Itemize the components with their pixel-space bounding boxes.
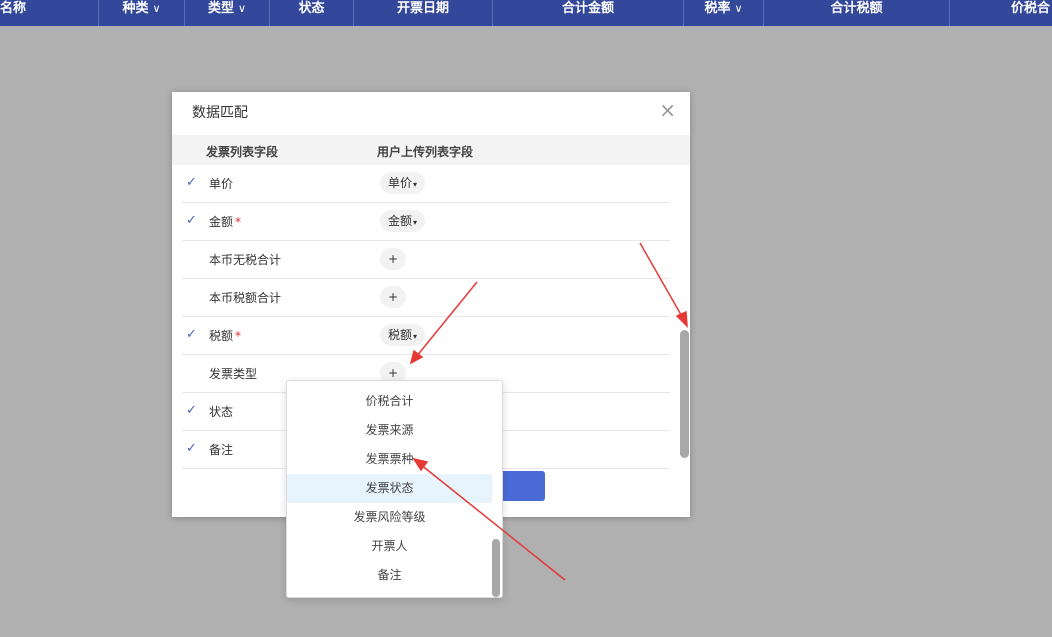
dropdown-scrollbar[interactable] <box>492 539 500 597</box>
field-label: 本币无税合计 <box>209 253 282 267</box>
dropdown-option[interactable]: 发票票种 <box>287 445 492 474</box>
table-row: 本币税额合计 + <box>182 279 670 317</box>
table-row: ✓ 税额 * 税额▾ <box>182 317 670 355</box>
mapping-table-header: 发票列表字段 用户上传列表字段 <box>172 135 690 165</box>
header-col-kind[interactable]: 种类 ∨ <box>99 0 185 26</box>
caret-down-icon: ▾ <box>413 180 418 189</box>
header-col-name[interactable]: 名称 <box>0 0 99 26</box>
table-row: 本币无税合计 + <box>182 241 670 279</box>
mapped-field-select[interactable]: 税额▾ <box>380 324 426 346</box>
header-col-type[interactable]: 类型 ∨ <box>185 0 270 26</box>
dialog-scrollbar[interactable] <box>680 330 689 458</box>
table-row: ✓ 金额 * 金额▾ <box>182 203 670 241</box>
col-invoice-fields: 发票列表字段 <box>206 145 279 159</box>
required-marker: * <box>235 215 242 229</box>
table-row: ✓ 单价 单价▾ <box>182 165 670 203</box>
add-mapping-button[interactable]: + <box>380 248 407 270</box>
header-col-invoice-date[interactable]: 开票日期 <box>354 0 493 26</box>
header-col-status[interactable]: 状态 <box>270 0 354 26</box>
check-icon[interactable]: ✓ <box>186 403 197 418</box>
check-icon[interactable]: ✓ <box>186 441 197 456</box>
check-icon[interactable]: ✓ <box>186 327 197 342</box>
table-header: 名称 种类 ∨ 类型 ∨ 状态 开票日期 合计金额 税率 ∨ 合计税额 价税合 <box>0 0 1052 26</box>
dropdown-option[interactable]: 发票来源 <box>287 416 492 445</box>
dropdown-option[interactable]: 开票人 <box>287 532 492 561</box>
chevron-down-icon[interactable]: ∨ <box>238 2 246 15</box>
field-label: 税额 * <box>209 329 242 343</box>
add-mapping-button[interactable]: + <box>380 286 407 308</box>
chevron-down-icon[interactable]: ∨ <box>734 2 742 15</box>
field-options-dropdown: 价税合计 发票来源 发票票种 发票状态 发票风险等级 开票人 备注 <box>286 380 503 598</box>
field-label: 单价 <box>209 177 234 191</box>
chevron-down-icon[interactable]: ∨ <box>152 2 160 15</box>
dialog-title: 数据匹配 <box>192 105 248 121</box>
mapped-field-select[interactable]: 金额▾ <box>380 210 426 232</box>
field-label: 状态 <box>209 405 234 419</box>
close-icon[interactable]: × <box>659 98 676 122</box>
field-label: 备注 <box>209 443 234 457</box>
dropdown-option[interactable]: 发票风险等级 <box>287 503 492 532</box>
caret-down-icon: ▾ <box>413 332 418 341</box>
dropdown-option[interactable]: 备注 <box>287 561 492 590</box>
field-label: 本币税额合计 <box>209 291 282 305</box>
header-col-tax-rate[interactable]: 税率 ∨ <box>684 0 764 26</box>
header-col-price-tax-total[interactable]: 价税合 <box>950 0 1052 26</box>
check-icon[interactable]: ✓ <box>186 175 197 190</box>
mapped-field-select[interactable]: 单价▾ <box>380 172 426 194</box>
field-label: 发票类型 <box>209 367 258 381</box>
col-upload-fields: 用户上传列表字段 <box>377 145 474 159</box>
check-icon[interactable]: ✓ <box>186 213 197 228</box>
field-label: 金额 * <box>209 215 242 229</box>
dropdown-option[interactable]: 价税合计 <box>287 387 492 416</box>
required-marker: * <box>235 329 242 343</box>
caret-down-icon: ▾ <box>413 218 418 227</box>
header-col-total-amount[interactable]: 合计金额 <box>493 0 684 26</box>
header-col-total-tax[interactable]: 合计税额 <box>764 0 950 26</box>
dropdown-option-hovered[interactable]: 发票状态 <box>287 474 492 503</box>
